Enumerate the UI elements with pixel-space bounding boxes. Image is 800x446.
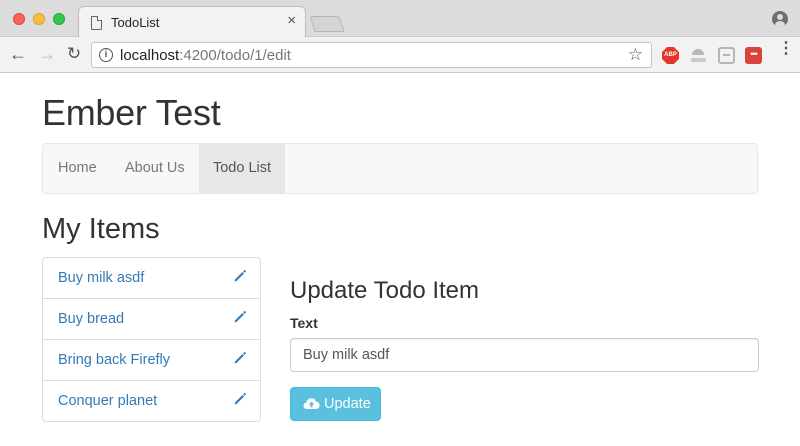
- close-tab-icon[interactable]: ×: [287, 13, 296, 29]
- text-field-label: Text: [290, 315, 318, 331]
- forward-button[interactable]: →: [36, 43, 58, 65]
- browser-menu-icon[interactable]: ⋮: [778, 41, 794, 64]
- cloud-upload-icon: [303, 398, 320, 409]
- tab-title: TodoList: [111, 15, 160, 30]
- reload-button[interactable]: ↻: [63, 43, 85, 65]
- site-title: Ember Test: [42, 92, 221, 133]
- document-icon: [91, 16, 102, 30]
- form-title: Update Todo Item: [290, 277, 480, 304]
- minimize-window-button[interactable]: [33, 13, 45, 25]
- nav-about-us[interactable]: About Us: [110, 144, 200, 193]
- back-button[interactable]: ←: [7, 43, 29, 65]
- section-title: My Items: [42, 213, 160, 245]
- todo-item-link[interactable]: Buy bread: [58, 311, 124, 327]
- update-button-label: Update: [324, 396, 371, 412]
- pencil-icon[interactable]: [233, 269, 247, 283]
- url-path: :4200/todo/1/edit: [179, 47, 291, 64]
- profile-icon[interactable]: [772, 11, 788, 27]
- nav-home[interactable]: Home: [43, 144, 112, 193]
- update-button[interactable]: Update: [290, 387, 381, 421]
- adblock-extension-icon[interactable]: ABP: [662, 47, 679, 64]
- list-item: Buy bread: [43, 298, 260, 339]
- info-icon[interactable]: i: [99, 48, 113, 62]
- maximize-window-button[interactable]: [53, 13, 65, 25]
- list-item: Bring back Firefly: [43, 339, 260, 380]
- browser-toolbar: ← → ↻ i localhost:4200/todo/1/edit ☆ ABP…: [0, 37, 800, 73]
- list-item: Buy milk asdf: [43, 258, 260, 298]
- todo-list: Buy milk asdf Buy bread Bring back Firef…: [42, 257, 261, 422]
- address-bar[interactable]: i localhost:4200/todo/1/edit ☆: [91, 42, 652, 68]
- list-item: Conquer planet: [43, 380, 260, 421]
- url-text: localhost:4200/todo/1/edit: [120, 47, 291, 64]
- browser-tab-strip: TodoList ×: [0, 0, 800, 38]
- url-host: localhost: [120, 47, 180, 64]
- todo-item-link[interactable]: Bring back Firefly: [58, 352, 170, 368]
- close-window-button[interactable]: [13, 13, 25, 25]
- todo-item-link[interactable]: Conquer planet: [58, 393, 157, 409]
- nav-todo-list[interactable]: Todo List: [199, 144, 285, 193]
- extension-icon[interactable]: [690, 47, 707, 64]
- bookmark-star-icon[interactable]: ☆: [628, 45, 643, 65]
- pencil-icon[interactable]: [233, 392, 247, 406]
- todo-item-link[interactable]: Buy milk asdf: [58, 270, 144, 286]
- browser-tab[interactable]: TodoList ×: [78, 6, 306, 38]
- new-tab-button[interactable]: [309, 16, 345, 32]
- extension-dots-icon[interactable]: •••: [745, 47, 762, 64]
- pencil-icon[interactable]: [233, 310, 247, 324]
- todo-text-input[interactable]: [290, 338, 759, 372]
- main-navbar: Home About Us Todo List: [42, 143, 758, 194]
- extension-chat-icon[interactable]: [718, 47, 735, 64]
- pencil-icon[interactable]: [233, 351, 247, 365]
- page-content: Ember Test Home About Us Todo List My It…: [0, 74, 800, 446]
